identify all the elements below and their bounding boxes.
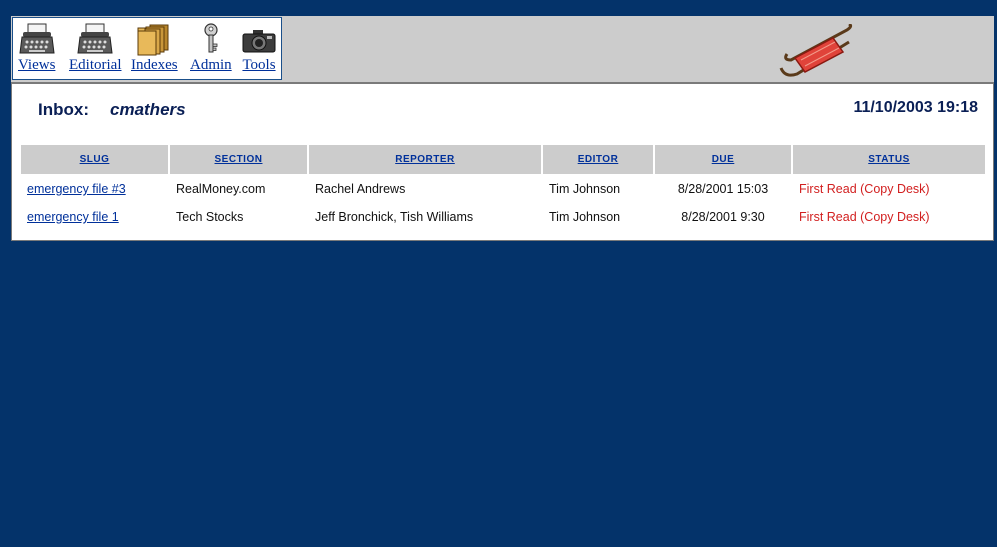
tool-indexes-label: Indexes <box>131 57 178 73</box>
column-header-editor[interactable]: EDITOR <box>543 145 653 174</box>
slug-link[interactable]: emergency file 1 <box>27 210 119 224</box>
typewriter-icon <box>19 23 55 54</box>
column-header-slug[interactable]: SLUG <box>21 145 168 174</box>
inbox-table: SLUG SECTION REPORTER EDITOR DUE STATUS … <box>19 143 987 232</box>
column-header-status[interactable]: STATUS <box>793 145 985 174</box>
cell-editor: Tim Johnson <box>549 182 621 196</box>
current-datetime: 11/10/2003 19:18 <box>853 99 978 116</box>
key-icon <box>204 23 218 53</box>
cell-due: 8/28/2001 9:30 <box>681 210 765 224</box>
inbox-username: cmathers <box>110 100 186 119</box>
column-header-due[interactable]: DUE <box>655 145 791 174</box>
inbox-label: Inbox: <box>38 100 89 119</box>
cell-editor: Tim Johnson <box>549 210 621 224</box>
cell-reporter: Rachel Andrews <box>315 182 406 196</box>
cell-due: 8/28/2001 15:03 <box>677 182 769 196</box>
top-toolbar: Views Editorial Indexes Admin Tools <box>11 16 994 83</box>
tool-views[interactable]: Views <box>18 22 55 73</box>
cell-slug: emergency file 1 <box>21 204 168 230</box>
camera-icon <box>242 30 276 53</box>
cell-status: First Read (Copy Desk) <box>799 182 930 196</box>
table-header-row: SLUG SECTION REPORTER EDITOR DUE STATUS <box>21 145 985 174</box>
tool-views-label: Views <box>18 57 56 73</box>
tool-admin[interactable]: Admin <box>190 22 232 73</box>
cell-reporter: Jeff Bronchick, Tish Williams <box>315 210 474 224</box>
tool-admin-label: Admin <box>190 57 232 73</box>
inbox-panel: Inbox: cmathers 11/10/2003 19:18 SLUG SE… <box>11 83 994 241</box>
column-header-reporter[interactable]: REPORTER <box>309 145 541 174</box>
tool-editorial[interactable]: Editorial <box>69 22 122 73</box>
column-header-section[interactable]: SECTION <box>170 145 307 174</box>
tool-menu: Views Editorial Indexes Admin Tools <box>12 17 282 80</box>
tool-editorial-label: Editorial <box>69 57 122 73</box>
table-row: emergency file #3 RealMoney.com Rachel A… <box>21 176 985 202</box>
cell-slug: emergency file #3 <box>21 176 168 202</box>
slug-link[interactable]: emergency file #3 <box>27 182 126 196</box>
tool-tools[interactable]: Tools <box>241 22 277 73</box>
file-folders-icon <box>137 24 169 56</box>
typewriter-icon <box>77 23 113 54</box>
table-row: emergency file 1 Tech Stocks Jeff Bronch… <box>21 204 985 230</box>
tool-tools-label: Tools <box>242 57 276 73</box>
tool-indexes[interactable]: Indexes <box>131 22 178 73</box>
sled-logo-icon <box>779 24 853 77</box>
cell-status: First Read (Copy Desk) <box>799 210 930 224</box>
cell-section: Tech Stocks <box>176 210 244 224</box>
cell-section: RealMoney.com <box>176 182 266 196</box>
